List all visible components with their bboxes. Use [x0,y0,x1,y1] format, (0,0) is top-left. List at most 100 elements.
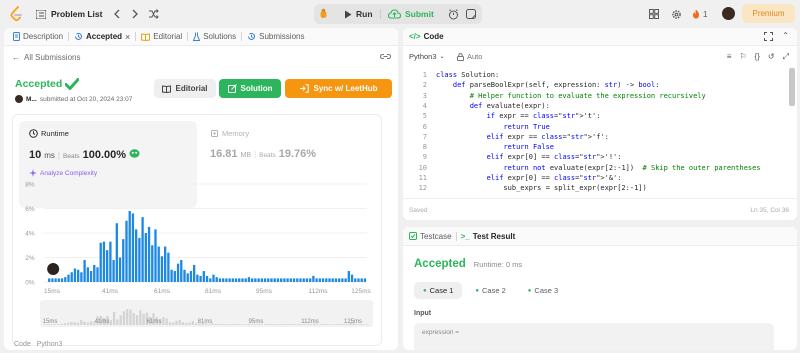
runtime-bar[interactable] [218,278,222,282]
runtime-bar[interactable] [86,267,89,282]
runtime-bar[interactable] [138,237,141,282]
editorial-button[interactable]: Editorial [154,79,216,98]
code-area[interactable]: 1 class Solution: 2 def parseBoolExpr(self… [403,71,789,193]
analyze-complexity-link[interactable]: Analyze Complexity [29,169,97,177]
runtime-bar[interactable] [131,213,135,282]
runtime-bar[interactable] [112,259,115,282]
runtime-bar[interactable] [154,229,157,282]
code-line[interactable]: 9 elif expr[0] == class="str">'!': [403,153,622,163]
prev-problem-icon[interactable] [110,6,124,22]
sync-leethub-button[interactable]: Sync w/ LeetHub [285,79,392,98]
runtime-bar[interactable] [96,267,99,282]
shuffle-icon[interactable] [146,6,160,22]
runtime-bar[interactable] [51,278,54,282]
timer-icon[interactable] [448,4,459,24]
runtime-bar[interactable] [80,272,83,282]
runtime-bar[interactable] [205,275,209,282]
runtime-bar[interactable] [273,278,276,282]
runtime-bar[interactable] [160,256,164,282]
runtime-bar[interactable] [60,278,64,282]
runtime-distribution-chart[interactable]: 8% 6% 4% 2% 0% 15ms 41ms 61ms 81ms 95ms 112ms 125ms [12,178,382,296]
runtime-bar[interactable] [57,278,60,282]
runtime-bar[interactable] [360,278,363,282]
runtime-bar[interactable] [199,275,202,282]
reset-icon[interactable]: ↺ [768,52,775,62]
runtime-bar[interactable] [334,278,338,282]
runtime-bar[interactable] [173,270,176,282]
language-select[interactable]: Python3 ⌄ [409,52,445,61]
format-icon[interactable]: ≡ [727,52,732,62]
runtime-bar[interactable] [315,278,318,282]
problem-list-button[interactable]: Problem List [36,6,102,22]
runtime-bar[interactable] [254,278,257,282]
username[interactable]: M... [26,96,37,103]
tab-testcase[interactable]: Testcase [409,232,452,241]
runtime-bar[interactable] [257,278,260,282]
runtime-bar[interactable] [309,278,312,282]
runtime-bar[interactable] [241,278,244,282]
code-line[interactable]: 4 def evaluate(expr): [403,102,550,112]
tab-description[interactable]: Description [8,28,68,46]
tab-accepted[interactable]: Accepted × [69,28,135,46]
runtime-bar[interactable] [338,278,341,282]
runtime-bar[interactable] [144,233,147,282]
runtime-bar[interactable] [89,270,93,282]
runtime-bar[interactable] [118,257,122,283]
runtime-bar[interactable] [209,278,212,282]
code-line[interactable]: 3 # Helper function to evaluate the expr… [403,92,706,102]
runtime-bar[interactable] [350,274,354,282]
runtime-bar[interactable] [344,278,347,282]
runtime-bar[interactable] [263,278,267,282]
runtime-bar[interactable] [73,268,77,282]
premium-button[interactable]: Premium [742,4,795,23]
case-tab-3[interactable]: ● Case 3 [519,282,567,299]
runtime-bar[interactable] [147,226,151,282]
bookmark-icon[interactable]: ⚐ [739,52,746,62]
runtime-bar[interactable] [267,278,270,282]
runtime-bar[interactable] [283,278,286,282]
runtime-bar[interactable] [54,278,57,282]
code-line[interactable]: 11 elif expr[0] == class="str">'&': [403,174,622,184]
user-avatar[interactable] [722,7,735,20]
runtime-bar[interactable] [157,246,160,282]
runtime-bar[interactable] [238,278,241,282]
runtime-bar[interactable] [231,278,234,282]
maximize-icon[interactable] [764,32,773,41]
runtime-bar[interactable] [102,241,106,282]
runtime-bar[interactable] [321,278,325,282]
runtime-bar[interactable] [234,278,238,282]
runtime-bar[interactable] [141,217,144,282]
runtime-bar[interactable] [305,278,309,282]
solution-button[interactable]: Solution [219,79,281,98]
layout-grid-icon[interactable] [648,7,660,21]
runtime-bar[interactable] [325,278,328,282]
code-line[interactable]: 12 sub_exprs = split_expr(expr[2:-1]) [403,184,647,193]
runtime-bar[interactable] [292,278,296,282]
runtime-bar[interactable] [93,264,96,282]
runtime-bar[interactable] [212,274,215,282]
runtime-bar[interactable] [151,245,154,282]
runtime-bar[interactable] [176,263,180,282]
code-line[interactable]: 10 return not evaluate(expr[2:-1]) # Ski… [403,164,761,174]
share-link-icon[interactable] [380,52,391,61]
runtime-bar[interactable] [180,259,183,282]
runtime-bar[interactable] [341,278,344,282]
your-submission-marker[interactable] [46,262,61,276]
leetcode-logo-icon[interactable] [9,6,23,22]
runtime-bar[interactable] [225,278,228,282]
runtime-bar[interactable] [125,220,128,282]
code-scrollbar[interactable] [789,68,795,106]
code-line[interactable]: 1 class Solution: [403,71,499,81]
runtime-bar[interactable] [106,250,109,282]
runtime-bar[interactable] [70,272,73,282]
runtime-bar[interactable] [244,278,247,282]
runtime-bar[interactable] [328,278,331,282]
runtime-bar[interactable] [109,241,112,282]
runtime-bar[interactable] [215,277,218,282]
runtime-bar[interactable] [83,259,86,282]
footer-tab-language[interactable]: Python3 [37,341,63,348]
runtime-bar[interactable] [318,278,321,282]
notes-icon[interactable] [466,4,476,24]
runtime-bar[interactable] [122,239,125,282]
runtime-bar[interactable] [196,274,199,282]
